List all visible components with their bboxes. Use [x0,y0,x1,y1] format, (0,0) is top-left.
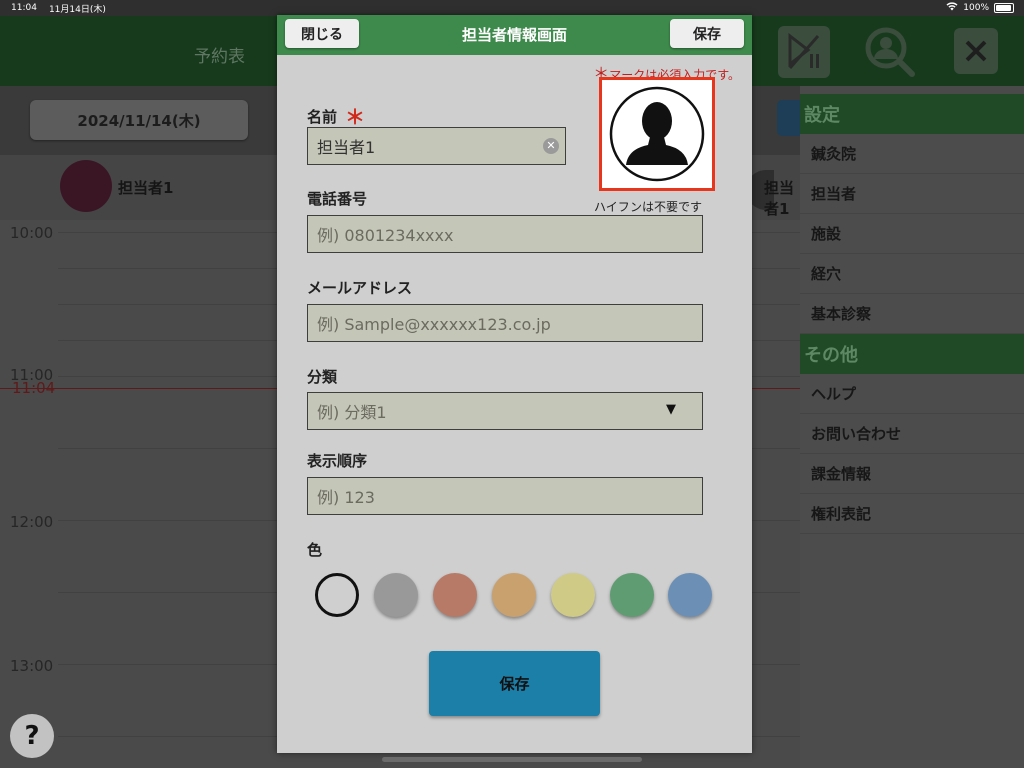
menu-item-basic-exam[interactable]: 基本診察 [800,294,1024,334]
color-swatch[interactable] [551,573,595,617]
order-placeholder: 例) 123 [317,488,375,507]
phone-label: 電話番号 [307,190,368,208]
staff-photo-button[interactable] [599,77,715,191]
name-input-value: 担当者1 [317,138,376,157]
home-indicator [382,757,642,762]
category-placeholder: 例) 分類1 [317,403,387,422]
time-label: 10:00 [10,224,54,242]
menu-item-staff[interactable]: 担当者 [800,174,1024,214]
color-swatch-none[interactable] [315,573,359,617]
order-input[interactable]: 例) 123 [307,477,703,515]
email-placeholder: 例) Sample@xxxxxx123.co.jp [317,315,551,334]
name-label-text: 名前 [307,108,338,126]
close-button[interactable]: 閉じる [285,19,359,48]
play-pause-button[interactable] [778,26,830,78]
color-swatch[interactable] [433,573,477,617]
time-label: 13:00 [10,657,54,675]
staff-name: 担当者1 [764,179,795,218]
color-label: 色 [307,541,323,559]
color-swatch[interactable] [492,573,536,617]
status-time: 11:04 [11,3,37,13]
staff-name: 担当者1 [118,179,174,197]
clear-icon[interactable]: ✕ [543,138,559,154]
color-swatch[interactable] [610,573,654,617]
status-date: 11月14日(木) [48,4,106,15]
battery-percent: 100% [963,3,989,13]
dropdown-arrow-icon: ▼ [666,402,676,417]
order-label: 表示順序 [307,452,368,470]
save-button[interactable]: 保存 [670,19,744,48]
settings-menu: 設定 鍼灸院 担当者 施設 経穴 基本診察 その他 ヘルプ お問い合わせ 課金情… [800,94,1024,768]
menu-section-header: 設定 [800,94,1024,134]
staff-info-dialog: 担当者情報画面 閉じる 保存 ＊マークは必須入力です。 名前＊ 担当者1 ✕ 電… [277,15,752,753]
menu-item-clinic[interactable]: 鍼灸院 [800,134,1024,174]
menu-item-acupoint[interactable]: 経穴 [800,254,1024,294]
battery-icon [994,3,1014,13]
status-right: 100% [946,2,1014,14]
phone-hint: ハイフンは不要です [593,200,702,214]
current-time-label: 11:04 [12,379,56,397]
name-input[interactable]: 担当者1 ✕ [307,127,566,165]
save-submit-button[interactable]: 保存 [429,651,600,716]
user-avatar-icon [609,86,705,182]
date-picker-button[interactable]: 2024/11/14(木) [30,100,248,140]
menu-section-header: その他 [800,334,1024,374]
status-bar: 11:04 11月14日(木) 100% [0,0,1024,16]
search-staff-button[interactable] [864,26,916,78]
required-mark: ＊ [345,105,366,129]
menu-item-facility[interactable]: 施設 [800,214,1024,254]
phone-placeholder: 例) 0801234xxxx [317,226,454,245]
menu-item-contact[interactable]: お問い合わせ [800,414,1024,454]
wifi-icon [946,2,958,14]
category-select[interactable]: 例) 分類1 ▼ [307,392,703,430]
phone-input[interactable]: 例) 0801234xxxx [307,215,703,253]
time-label: 12:00 [10,513,54,531]
play-pause-icon [788,32,820,69]
color-swatch[interactable] [668,573,712,617]
email-input[interactable]: 例) Sample@xxxxxx123.co.jp [307,304,703,342]
avatar [60,160,112,212]
menu-item-license[interactable]: 権利表記 [800,494,1024,534]
name-label: 名前 ＊ [307,99,366,129]
user-search-icon [865,27,915,77]
help-button[interactable]: ? [10,714,54,758]
menu-item-help[interactable]: ヘルプ [800,374,1024,414]
category-label: 分類 [307,368,338,386]
refresh-button[interactable] [777,100,801,136]
app-title: 予約表 [194,47,245,67]
close-app-button[interactable] [954,28,998,74]
color-swatch[interactable] [374,573,418,617]
menu-item-billing[interactable]: 課金情報 [800,454,1024,494]
email-label: メールアドレス [307,279,413,297]
close-icon [965,40,987,62]
